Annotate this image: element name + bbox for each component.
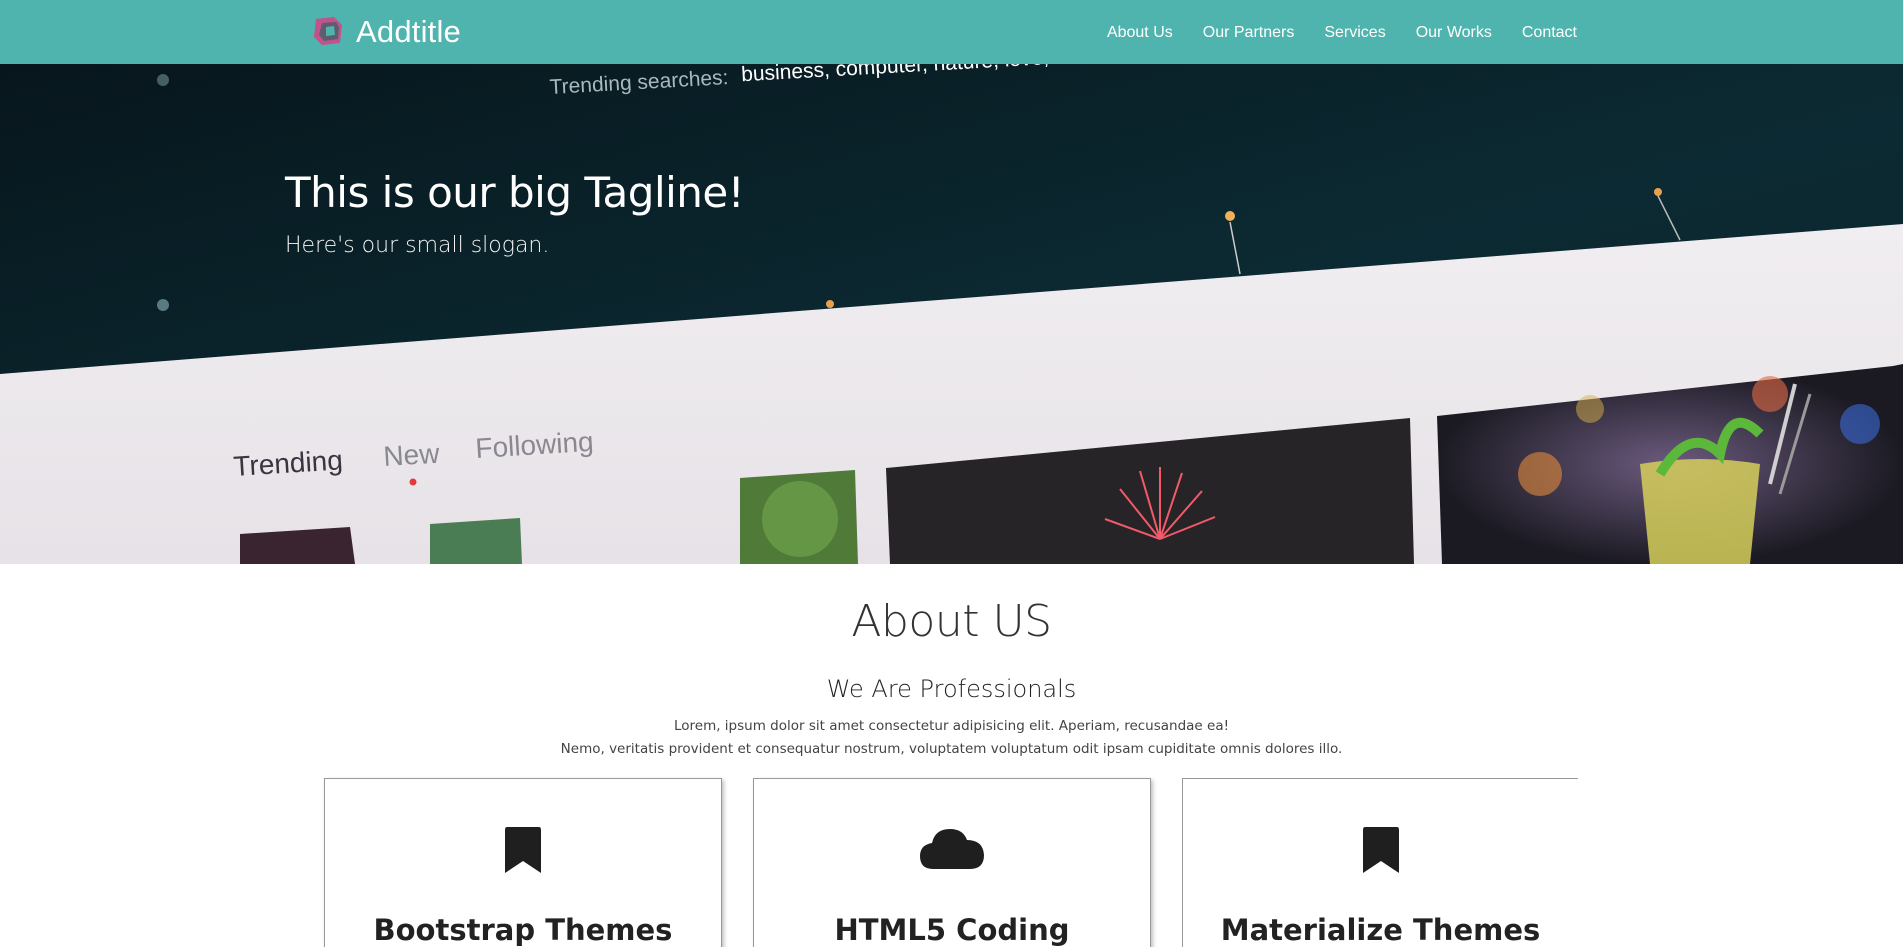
about-section: About US We Are Professionals Lorem, ips… [0,564,1903,947]
service-card-materialize[interactable]: Materialize Themes [1182,778,1578,947]
hero-background-photo: Trending searches: business, computer, n… [0,64,1903,564]
about-paragraph-line1: Lorem, ipsum dolor sit amet consectetur … [673,718,1230,734]
card-title: Bootstrap Themes [373,913,673,947]
nav-item-works: Our Works [1416,22,1492,42]
svg-text:New: New [382,438,441,472]
service-cards: Bootstrap Themes HTML5 Coding Materializ… [324,778,1580,947]
service-card-bootstrap[interactable]: Bootstrap Themes [324,778,722,947]
card-title: HTML5 Coding [834,913,1070,947]
about-subheading: We Are Professionals [826,675,1077,703]
about-heading: About US [851,596,1052,647]
about-paragraph-line2: Nemo, veritatis provident et consequatur… [560,741,1343,757]
nav-item-about: About Us [1107,22,1173,42]
nav-link-contact[interactable]: Contact [1522,24,1577,41]
brand-name: Addtitle [356,14,461,49]
nav-link-partners[interactable]: Our Partners [1203,24,1295,41]
service-card-html5[interactable]: HTML5 Coding [753,778,1151,947]
about-paragraph: Lorem, ipsum dolor sit amet consectetur … [0,715,1903,761]
cloud-icon [919,825,985,875]
bookmark-icon [1362,825,1400,879]
navbar: Addtitle About Us Our Partners Services … [0,0,1903,64]
hero-tagline: This is our big Tagline! [285,168,745,217]
hero-slogan: Here's our small slogan. [285,233,550,258]
hero-banner: Trending searches: business, computer, n… [0,64,1903,564]
nav-link-works[interactable]: Our Works [1416,24,1492,41]
nav-item-partners: Our Partners [1203,22,1295,42]
nav-item-services: Services [1324,22,1385,42]
nav-link-services[interactable]: Services [1324,24,1385,41]
hero-text: This is our big Tagline! Here's our smal… [285,168,745,258]
nav-menu: About Us Our Partners Services Our Works… [1107,0,1577,64]
brand-link[interactable]: Addtitle [312,10,461,54]
logo-icon [312,15,346,49]
bookmark-icon [504,825,542,879]
card-title: Materialize Themes [1220,913,1541,947]
nav-link-about[interactable]: About Us [1107,24,1173,41]
nav-item-contact: Contact [1522,22,1577,42]
